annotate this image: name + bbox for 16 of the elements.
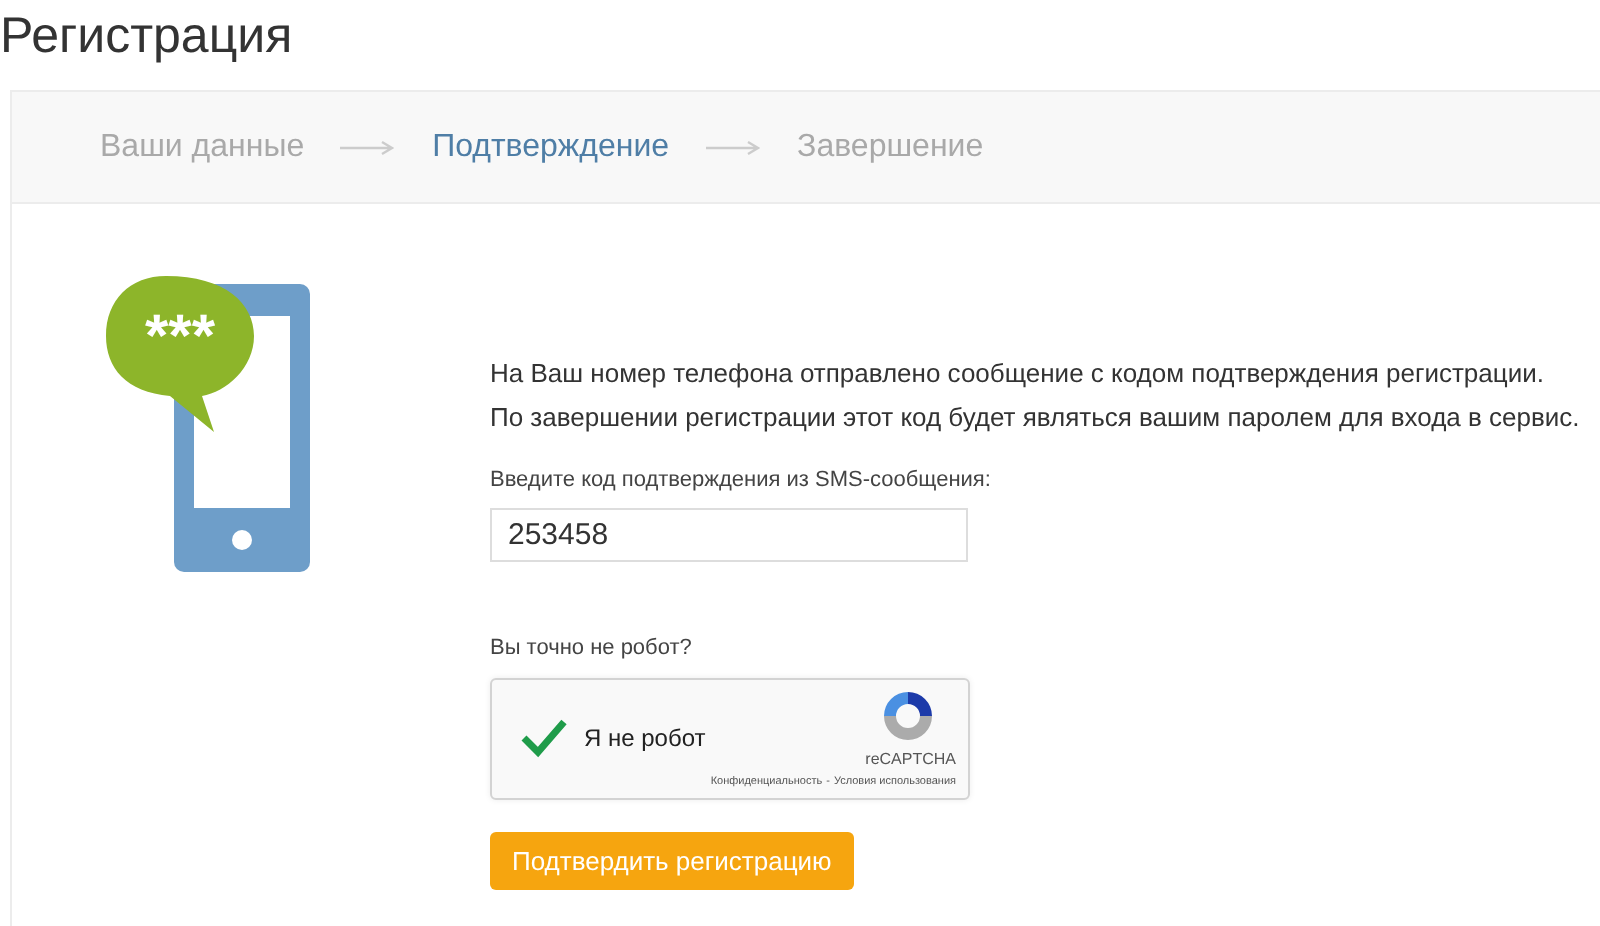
captcha-brand: reCAPTCHA [865,750,956,768]
info-message: На Ваш номер телефона отправлено сообщение с кодом подтверждения регистрации. По завершении регистрации этот код будет являться вашим паролем для входа в сервис. [490,356,1580,436]
bubble-text: *** [143,304,215,370]
step-label: Подтверждение [432,129,670,165]
code-input-field[interactable]: 253458 [490,508,968,562]
arrow-icon [340,139,397,155]
speech-bubble-icon [105,276,253,432]
arrow-icon [705,139,762,155]
page-title: Регистрация [0,6,295,68]
checkmark-icon[interactable] [520,718,568,758]
captcha-label: Я не робот [584,724,706,756]
step-label: Ваши данные [100,129,305,165]
step-label: Завершение [797,129,984,165]
captcha-question: Вы точно не робот? [490,636,694,660]
recaptcha-logo-icon [880,688,936,744]
code-label: Введите код подтверждения из SMS-сообщения: [490,468,993,492]
